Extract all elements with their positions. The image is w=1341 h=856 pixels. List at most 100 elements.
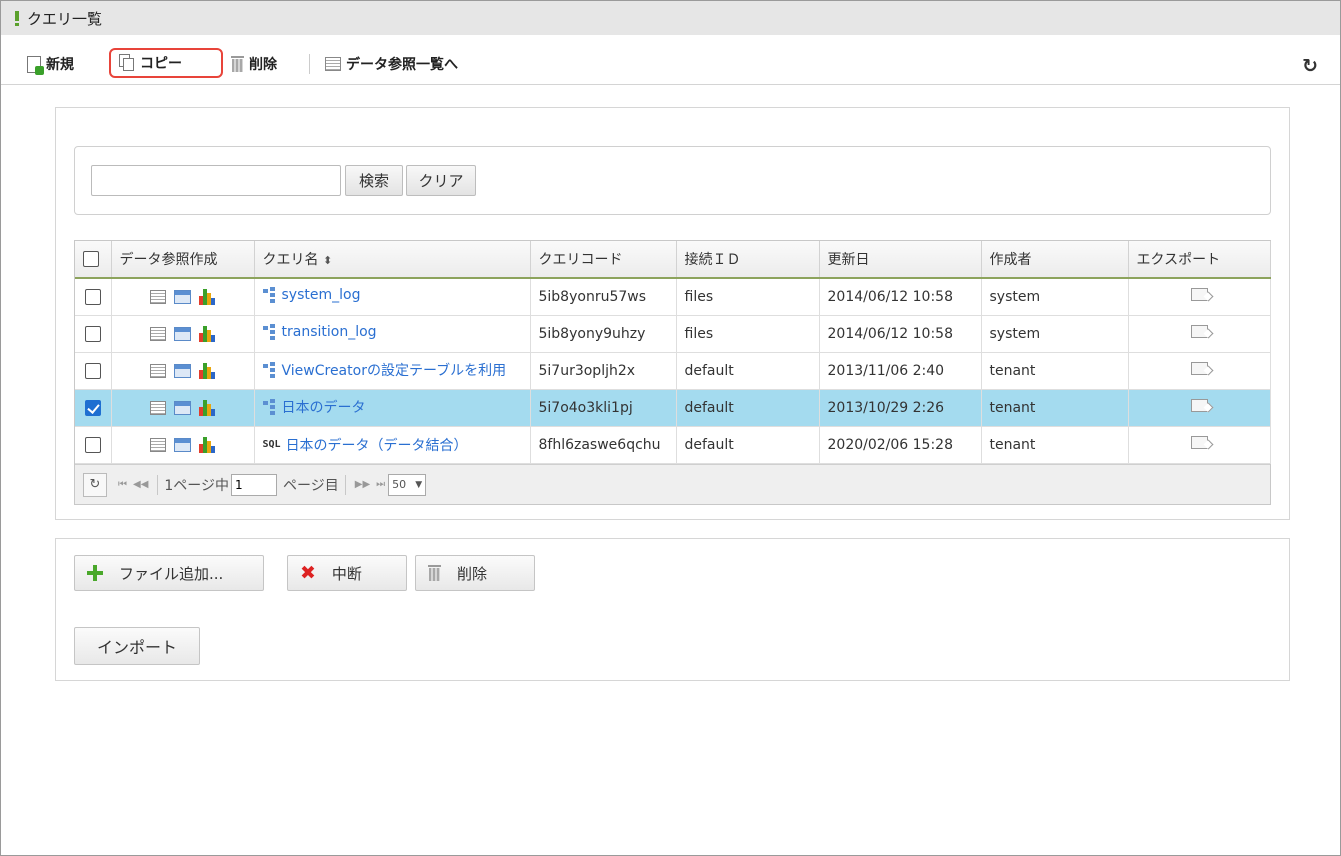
row-actions-cell <box>111 352 255 390</box>
last-page-icon[interactable]: ⏭ <box>376 479 385 490</box>
query-code-cell: 5ib8yonru57ws <box>530 278 677 316</box>
export-icon[interactable] <box>1190 399 1208 412</box>
author-cell: system <box>981 315 1129 353</box>
row-actions-cell <box>111 278 255 316</box>
export-icon[interactable] <box>1190 436 1208 449</box>
table-view-icon[interactable] <box>174 437 191 452</box>
first-page-icon[interactable]: ⏮ <box>118 479 127 490</box>
row-select-cell <box>75 426 112 464</box>
upload-delete-button[interactable]: 削除 <box>415 555 535 591</box>
list-view-icon[interactable] <box>150 437 166 452</box>
query-table: データ参照作成 クエリ名 ⬍ クエリコード 接続ＩＤ 更新日 作成者 エクスポー… <box>75 241 1271 464</box>
export-cell <box>1128 352 1271 390</box>
author-cell: tenant <box>981 389 1129 427</box>
col-header-query-name[interactable]: クエリ名 ⬍ <box>254 241 531 279</box>
query-code-cell: 5i7o4o3kli1pj <box>530 389 677 427</box>
trash-icon <box>428 565 441 581</box>
search-input[interactable] <box>91 165 341 196</box>
table-row[interactable]: 日本のデータ 5i7o4o3kli1pj default 2013/10/29 … <box>75 389 1271 427</box>
upload-delete-label: 削除 <box>457 564 488 583</box>
row-checkbox[interactable] <box>84 288 101 305</box>
query-code-cell: 5i7ur3opljh2x <box>530 352 677 390</box>
page-number-input[interactable] <box>231 473 278 496</box>
query-name-cell: ViewCreatorの設定テーブルを利用 <box>254 352 531 390</box>
table-view-icon[interactable] <box>174 363 191 378</box>
table-view-icon[interactable] <box>174 326 191 341</box>
title-marker-icon <box>15 11 19 26</box>
table-row[interactable]: ViewCreatorの設定テーブルを利用 5i7ur3opljh2x defa… <box>75 352 1271 390</box>
export-icon[interactable] <box>1190 362 1208 375</box>
query-code-cell: 8fhl6zaswe6qchu <box>530 426 677 464</box>
connection-id-cell: default <box>676 352 820 390</box>
page-size-value: 50 <box>392 478 407 491</box>
refresh-icon[interactable]: ↻ <box>1302 55 1318 77</box>
connection-id-cell: files <box>676 315 820 353</box>
copy-icon <box>119 54 135 72</box>
list-view-icon[interactable] <box>150 363 166 378</box>
chart-view-icon[interactable] <box>199 325 215 342</box>
page-suffix-label: ページ目 <box>283 477 339 494</box>
trash-icon <box>231 56 244 72</box>
query-name-link[interactable]: ViewCreatorの設定テーブルを利用 <box>262 360 507 380</box>
table-row[interactable]: SQL 日本のデータ（データ結合） 8fhl6zaswe6qchu default… <box>75 426 1271 464</box>
query-name-link[interactable]: 日本のデータ <box>262 397 366 417</box>
search-area: 検索 クリア <box>74 146 1271 215</box>
row-checkbox[interactable] <box>84 325 101 342</box>
delete-button[interactable]: 削除 <box>231 49 277 79</box>
updated-cell: 2020/02/06 15:28 <box>819 426 982 464</box>
tree-icon <box>262 361 277 378</box>
updated-cell: 2013/10/29 2:26 <box>819 389 982 427</box>
chart-view-icon[interactable] <box>199 436 215 453</box>
table-view-icon[interactable] <box>174 400 191 415</box>
upload-panel: ファイル追加... ✖ 中断 削除 インポート <box>55 538 1290 681</box>
row-actions-cell <box>111 426 255 464</box>
table-view-icon[interactable] <box>174 289 191 304</box>
search-button[interactable]: 検索 <box>345 165 403 196</box>
chart-view-icon[interactable] <box>199 362 215 379</box>
col-header-updated: 更新日 <box>819 241 982 279</box>
row-checkbox[interactable] <box>84 362 101 379</box>
chart-view-icon[interactable] <box>199 399 215 416</box>
chart-view-icon[interactable] <box>199 288 215 305</box>
query-name-link[interactable]: SQL 日本のデータ（データ結合） <box>263 435 468 455</box>
import-button[interactable]: インポート <box>74 627 200 665</box>
copy-button-label: コピー <box>140 56 182 72</box>
add-file-button[interactable]: ファイル追加... <box>74 555 264 591</box>
list-view-icon[interactable] <box>150 326 166 341</box>
export-icon[interactable] <box>1190 288 1208 302</box>
next-page-icon[interactable]: ▶▶ <box>355 479 370 490</box>
table-row[interactable]: system_log 5ib8yonru57ws files 2014/06/1… <box>75 278 1271 316</box>
pager-refresh-icon[interactable]: ↻ <box>83 472 107 497</box>
stop-label: 中断 <box>331 564 362 583</box>
list-view-icon[interactable] <box>150 400 166 415</box>
updated-cell: 2013/11/06 2:40 <box>819 352 982 390</box>
connection-id-cell: files <box>676 278 820 316</box>
clear-button[interactable]: クリア <box>406 165 476 196</box>
query-name-text: ViewCreatorの設定テーブルを利用 <box>281 362 507 379</box>
page-size-select[interactable]: 50 ▼ <box>388 473 427 496</box>
export-cell <box>1128 278 1271 316</box>
data-ref-list-button[interactable]: データ参照一覧へ <box>325 49 458 79</box>
row-checkbox[interactable] <box>84 436 101 453</box>
col-header-author: 作成者 <box>981 241 1129 279</box>
delete-button-label: 削除 <box>249 57 277 73</box>
select-all-checkbox[interactable] <box>83 251 99 267</box>
list-view-icon[interactable] <box>150 289 166 304</box>
new-button[interactable]: 新規 <box>27 49 74 79</box>
sort-icon[interactable]: ⬍ <box>323 254 332 267</box>
query-name-link[interactable]: system_log <box>262 286 360 303</box>
query-name-cell: system_log <box>254 278 531 316</box>
copy-button[interactable]: コピー <box>109 48 223 78</box>
new-button-label: 新規 <box>46 57 74 73</box>
updated-cell: 2014/06/12 10:58 <box>819 278 982 316</box>
query-name-link[interactable]: transition_log <box>262 323 377 340</box>
col-header-connection-id: 接続ＩＤ <box>676 241 820 279</box>
author-cell: system <box>981 278 1129 316</box>
export-icon[interactable] <box>1190 325 1208 338</box>
row-checkbox[interactable] <box>84 399 101 416</box>
table-row[interactable]: transition_log 5ib8yony9uhzy files 2014/… <box>75 315 1271 353</box>
prev-page-icon[interactable]: ◀◀ <box>133 479 148 490</box>
row-select-cell <box>75 389 112 427</box>
stop-button[interactable]: ✖ 中断 <box>287 555 407 591</box>
col-header-export: エクスポート <box>1128 241 1271 279</box>
